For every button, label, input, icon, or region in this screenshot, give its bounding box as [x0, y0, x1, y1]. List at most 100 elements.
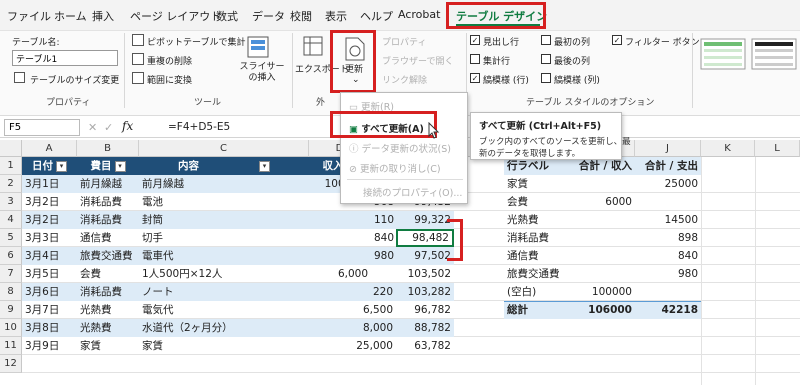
- table-cell[interactable]: 封筒: [139, 211, 309, 229]
- table-cell[interactable]: 6,500: [309, 301, 396, 319]
- pivot-cell[interactable]: 898: [635, 229, 701, 247]
- tab-data[interactable]: データ: [252, 8, 285, 24]
- formula-input[interactable]: =F4+D5-E5: [168, 121, 230, 133]
- row-header[interactable]: 7: [0, 265, 22, 283]
- table-cell[interactable]: 3月7日: [22, 301, 77, 319]
- pivot-cell[interactable]: 100000: [570, 283, 635, 301]
- remove-duplicates-button[interactable]: 重複の削除: [147, 54, 192, 67]
- table-cell[interactable]: 電気代: [139, 301, 309, 319]
- header-cell[interactable]: 日付 ▾: [22, 157, 77, 175]
- table-cell[interactable]: 3月2日: [22, 211, 77, 229]
- tab-formulas[interactable]: 数式: [216, 8, 238, 24]
- table-cell[interactable]: 家賃: [139, 337, 309, 355]
- tab-view[interactable]: 表示: [325, 8, 347, 24]
- pivot-cell[interactable]: 6000: [570, 193, 635, 211]
- table-cell[interactable]: 消耗品費: [77, 193, 139, 211]
- filter-dropdown-icon[interactable]: ▾: [56, 160, 67, 172]
- pivot-cell[interactable]: (空白): [504, 283, 570, 301]
- banded-rows-checkbox[interactable]: ✓: [470, 73, 480, 83]
- table-cell[interactable]: 96,782: [396, 301, 454, 319]
- header-cell[interactable]: 内容 ▾: [139, 157, 309, 175]
- header-cell[interactable]: 費目 ▾: [77, 157, 139, 175]
- row-header[interactable]: 5: [0, 229, 22, 247]
- table-cell[interactable]: 通信費: [77, 229, 139, 247]
- table-cell[interactable]: 25,000: [309, 337, 396, 355]
- select-all-corner[interactable]: [0, 140, 22, 157]
- table-cell[interactable]: 840: [371, 229, 396, 247]
- insert-slicer-button[interactable]: スライサーの挿入: [236, 62, 288, 84]
- header-row-checkbox[interactable]: ✓: [470, 35, 480, 45]
- convert-range-button[interactable]: 範囲に変換: [147, 73, 192, 86]
- table-cell[interactable]: 110: [371, 211, 396, 229]
- column-header-l[interactable]: L: [755, 140, 800, 157]
- cancel-icon[interactable]: ✕: [88, 121, 97, 134]
- tab-insert[interactable]: 挿入: [92, 8, 114, 24]
- pivot-cell[interactable]: 14500: [635, 211, 701, 229]
- table-cell[interactable]: 切手: [139, 229, 309, 247]
- table-cell[interactable]: 会費: [77, 265, 139, 283]
- row-header[interactable]: 12: [0, 355, 22, 373]
- pivot-header-cell[interactable]: 合計 / 支出: [635, 157, 701, 175]
- table-name-input[interactable]: [12, 50, 118, 66]
- table-cell[interactable]: 前月繰越: [139, 175, 309, 193]
- table-cell[interactable]: 消耗品費: [77, 211, 139, 229]
- properties-button[interactable]: プロパティ: [382, 35, 426, 48]
- tab-help[interactable]: ヘルプ: [360, 8, 393, 24]
- pivot-cell[interactable]: 会費: [504, 193, 570, 211]
- table-cell[interactable]: 3月4日: [22, 247, 77, 265]
- pivot-cell[interactable]: 980: [635, 265, 701, 283]
- row-header[interactable]: 11: [0, 337, 22, 355]
- row-header[interactable]: 6: [0, 247, 22, 265]
- column-header-k[interactable]: K: [701, 140, 755, 157]
- pivot-cell[interactable]: 家賃: [504, 175, 570, 193]
- table-cell[interactable]: 103,502: [396, 265, 454, 283]
- table-cell[interactable]: 3月8日: [22, 319, 77, 337]
- pivot-cell[interactable]: 25000: [635, 175, 701, 193]
- open-in-browser-button[interactable]: ブラウザーで開く: [382, 54, 453, 67]
- table-cell[interactable]: 6,000: [309, 265, 371, 283]
- pivot-total-cell[interactable]: 106000: [570, 301, 635, 319]
- row-header[interactable]: 1: [0, 157, 22, 175]
- selected-cell-f5[interactable]: 98,482: [396, 229, 454, 247]
- table-cell[interactable]: 220: [309, 283, 396, 301]
- table-cell[interactable]: 3月6日: [22, 283, 77, 301]
- column-header-b[interactable]: B: [77, 140, 139, 157]
- table-cell[interactable]: 99,322: [396, 211, 454, 229]
- tab-home[interactable]: ホーム: [54, 8, 87, 24]
- filter-dropdown-icon[interactable]: ▾: [259, 160, 270, 172]
- menu-item-connection-properties[interactable]: 接続のプロパティ(O)...: [363, 185, 462, 199]
- insert-function-icon[interactable]: fx: [122, 119, 133, 133]
- table-cell[interactable]: 光熱費: [77, 319, 139, 337]
- resize-table-button[interactable]: テーブルのサイズ変更: [30, 73, 119, 86]
- table-cell[interactable]: 旅費交通費: [77, 247, 139, 265]
- pivot-total-cell[interactable]: 総計: [504, 301, 570, 319]
- row-header[interactable]: 10: [0, 319, 22, 337]
- table-cell[interactable]: 電池: [139, 193, 309, 211]
- row-header[interactable]: 3: [0, 193, 22, 211]
- pivot-cell[interactable]: 光熱費: [504, 211, 570, 229]
- pivot-cell[interactable]: 840: [635, 247, 701, 265]
- last-column-checkbox[interactable]: [541, 54, 551, 64]
- pivot-summarize-button[interactable]: ピボットテーブルで集計: [147, 35, 245, 48]
- menu-item-cancel-refresh[interactable]: ⊘ 更新の取り消し(C): [349, 161, 441, 175]
- table-cell[interactable]: 980: [371, 247, 396, 265]
- table-cell[interactable]: 水道代（2ヶ月分）: [139, 319, 309, 337]
- column-header-j[interactable]: J: [635, 140, 701, 157]
- column-header-a[interactable]: A: [22, 140, 77, 157]
- table-cell[interactable]: 88,782: [396, 319, 454, 337]
- table-cell[interactable]: 前月繰越: [77, 175, 139, 193]
- first-column-checkbox[interactable]: [541, 35, 551, 45]
- unlink-button[interactable]: リンク解除: [382, 73, 427, 86]
- table-cell[interactable]: 3月5日: [22, 265, 77, 283]
- row-header[interactable]: 4: [0, 211, 22, 229]
- tab-acrobat[interactable]: Acrobat: [398, 8, 440, 21]
- pivot-cell[interactable]: 旅費交通費: [504, 265, 570, 283]
- tab-page-layout[interactable]: ページ レイアウト: [130, 8, 221, 24]
- table-cell[interactable]: 3月1日: [22, 175, 77, 193]
- table-styles-gallery[interactable]: [700, 38, 798, 70]
- table-cell[interactable]: 家賃: [77, 337, 139, 355]
- table-cell[interactable]: 103,282: [396, 283, 454, 301]
- table-cell[interactable]: 3月2日: [22, 193, 77, 211]
- table-cell[interactable]: 3月9日: [22, 337, 77, 355]
- table-cell[interactable]: 消耗品費: [77, 283, 139, 301]
